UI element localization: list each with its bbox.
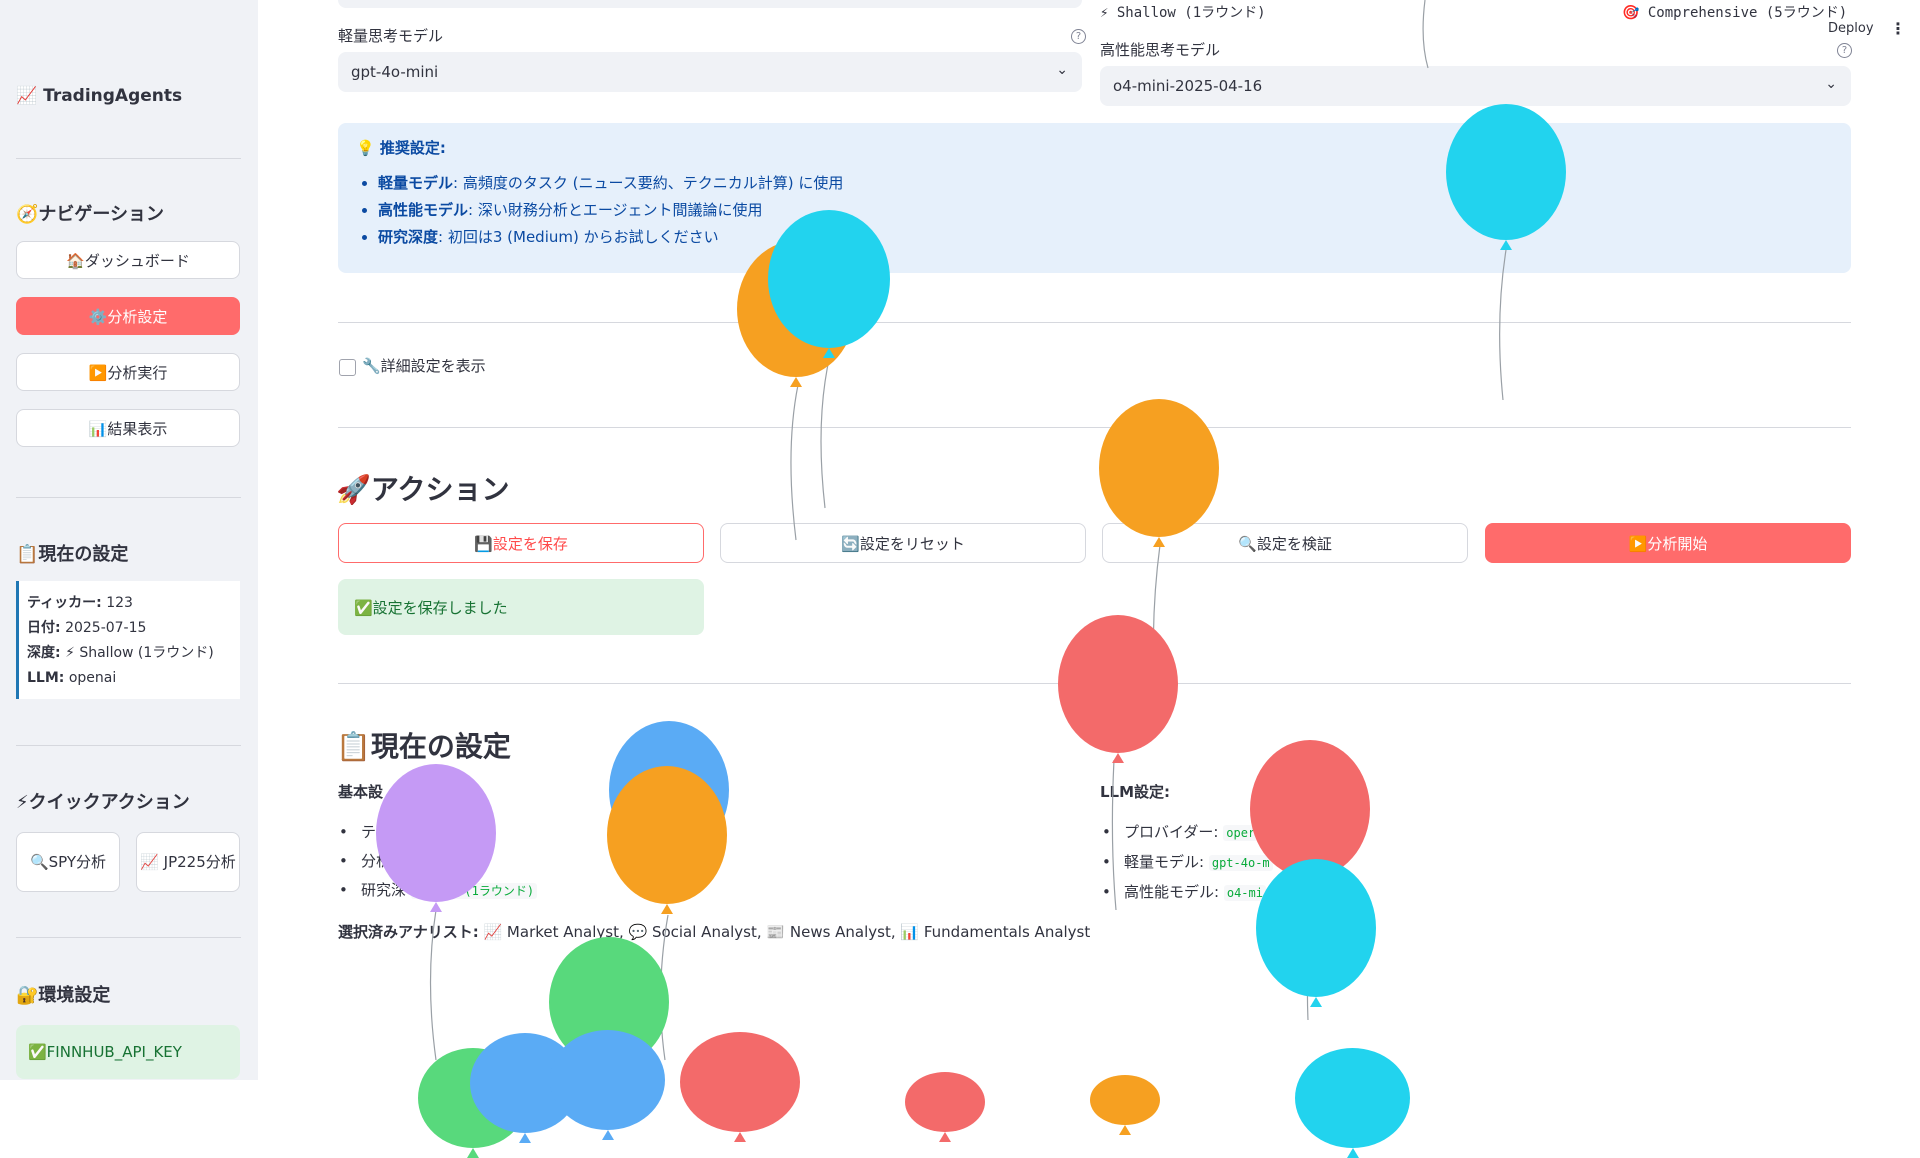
divider [338, 322, 1851, 323]
main-menu-icon[interactable]: ⋮ [1890, 19, 1906, 38]
sidebar: 📈 TradingAgents 🧭ナビゲーション 🏠ダッシュボード ⚙️分析設定… [0, 0, 258, 1080]
balloon-red [1250, 740, 1370, 888]
quick-jp225-label: 📈 JP225分析 [140, 853, 236, 871]
env-key-status: ✅FINNHUB_API_KEY [16, 1025, 240, 1079]
balloon-orange [607, 766, 727, 914]
balloon-orange [1099, 399, 1219, 547]
llm-settings-list: プロバイダー: oper 軽量モデル: gpt-4o-m 高性能モデル: o4-… [1102, 818, 1273, 908]
light-model-label: 軽量思考モデル [338, 27, 444, 45]
date-value: 2025-07-15 [65, 620, 147, 636]
analysts-value: 📈 Market Analyst, 💬 Social Analyst, 📰 Ne… [483, 923, 1091, 941]
app-title: 📈 TradingAgents [16, 86, 183, 106]
heavy-model-code: o4-mi [1223, 885, 1266, 901]
list-item: 研究深度: 初回は3 (Medium) からお試しください [378, 224, 1833, 251]
balloon-cyan [1446, 104, 1566, 250]
sidebar-divider [16, 158, 241, 159]
info-text: : 初回は3 (Medium) からお試しください [438, 228, 719, 246]
divider [338, 427, 1851, 428]
save-settings-button[interactable]: 💾設定を保存 [338, 523, 704, 563]
list-item: 高性能モデル: 深い財務分析とエージェント間議論に使用 [378, 197, 1833, 224]
nav-results-button[interactable]: 📊結果表示 [16, 409, 240, 447]
list-item: 軽量モデル: 高頻度のタスク (ニュース要約、テクニカル計算) に使用 [378, 170, 1833, 197]
chevron-down-icon: ⌄ [1825, 76, 1837, 92]
help-icon[interactable]: ? [1837, 43, 1852, 58]
balloon-red [905, 1072, 985, 1142]
actions-title: 🚀アクション [336, 473, 510, 506]
heavy-model-label: 高性能思考モデル [1100, 41, 1221, 59]
heavy-model-select[interactable]: o4-mini-2025-04-16 ⌄ [1100, 66, 1851, 106]
selected-analysts: 選択済みアナリスト: 📈 Market Analyst, 💬 Social An… [338, 921, 1090, 942]
balloon-red [1058, 615, 1178, 763]
top-input-partial[interactable] [338, 0, 1082, 8]
chevron-down-icon: ⌄ [1056, 62, 1068, 78]
balloon-cyan [768, 210, 890, 358]
quick-jp225-button[interactable]: 📈 JP225分析 [136, 832, 240, 892]
light-model-code: gpt-4o-m [1208, 855, 1273, 871]
env-title: 🔐環境設定 [16, 985, 111, 1006]
depth-option-shallow[interactable]: ⚡ Shallow (1ラウンド) [1100, 2, 1266, 22]
help-icon[interactable]: ? [1071, 29, 1086, 44]
info-key: 研究深度 [378, 228, 439, 246]
current-settings-heading: 📋現在の設定 [336, 730, 511, 763]
light-model-select[interactable]: gpt-4o-mini ⌄ [338, 52, 1082, 92]
balloon-orange [1090, 1075, 1160, 1135]
quick-actions-title: ⚡クイックアクション [16, 792, 190, 813]
sidebar-divider [16, 745, 241, 746]
llm-value: openai [68, 670, 117, 686]
nav-analysis-settings-button[interactable]: ⚙️分析設定 [16, 297, 240, 335]
deploy-button[interactable]: Deploy [1828, 21, 1874, 36]
list-item: 軽量モデル: gpt-4o-m [1102, 848, 1273, 878]
advanced-settings-label[interactable]: 🔧詳細設定を表示 [362, 355, 486, 376]
balloon-purple [376, 764, 496, 912]
info-key: 高性能モデル [378, 201, 469, 219]
ticker-label: ティッカー: [27, 595, 102, 611]
light-model-value: gpt-4o-mini [351, 63, 439, 81]
sidebar-divider [16, 937, 241, 938]
date-label: 日付: [27, 620, 61, 636]
nav-title: 🧭ナビゲーション [16, 204, 165, 225]
info-text: : 高頻度のタスク (ニュース要約、テクニカル計算) に使用 [453, 174, 844, 192]
sidebar-divider [16, 497, 241, 498]
balloon-red [680, 1032, 800, 1142]
list-item-label: 軽量モデル: [1124, 853, 1205, 871]
reset-settings-button[interactable]: 🔄設定をリセット [720, 523, 1086, 563]
recommended-settings-info: 💡 推奨設定: 軽量モデル: 高頻度のタスク (ニュース要約、テクニカル計算) … [338, 123, 1851, 273]
ticker-value: 123 [106, 595, 133, 611]
depth-option-comprehensive[interactable]: 🎯 Comprehensive (5ラウンド) [1622, 2, 1847, 22]
balloon-blue [550, 1030, 665, 1140]
balloon-cyan [1295, 1048, 1410, 1158]
analysts-label: 選択済みアナリスト: [338, 923, 479, 941]
list-item: 高性能モデル: o4-mi [1102, 878, 1273, 908]
info-text: : 深い財務分析とエージェント間議論に使用 [468, 201, 763, 219]
depth-label: 深度: [27, 645, 61, 661]
quick-spy-label: 🔍SPY分析 [29, 853, 107, 871]
list-item-label: プロバイダー: [1124, 823, 1219, 841]
balloon-cyan [1256, 859, 1376, 1007]
depth-value: ⚡ Shallow (1ラウンド) [65, 645, 214, 661]
nav-dashboard-button[interactable]: 🏠ダッシュボード [16, 241, 240, 279]
nav-run-analysis-button[interactable]: ▶️分析実行 [16, 353, 240, 391]
current-settings-title: 📋現在の設定 [16, 544, 129, 565]
heavy-model-value: o4-mini-2025-04-16 [1113, 77, 1263, 95]
info-key: 軽量モデル [378, 174, 454, 192]
list-item-label: 高性能モデル: [1124, 883, 1220, 901]
info-title: 💡 推奨設定: [356, 139, 446, 157]
advanced-settings-checkbox[interactable] [339, 359, 356, 376]
llm-label: LLM: [27, 670, 65, 686]
current-settings-box: ティッカー: 123 日付: 2025-07-15 深度: ⚡ Shallow … [16, 581, 240, 699]
llm-settings-label: LLM設定: [1100, 783, 1171, 801]
start-analysis-button[interactable]: ▶️分析開始 [1485, 523, 1851, 563]
quick-spy-button[interactable]: 🔍SPY分析 [16, 832, 120, 892]
basic-settings-label: 基本設 [338, 783, 384, 801]
save-success-alert: ✅設定を保存しました [338, 579, 704, 635]
